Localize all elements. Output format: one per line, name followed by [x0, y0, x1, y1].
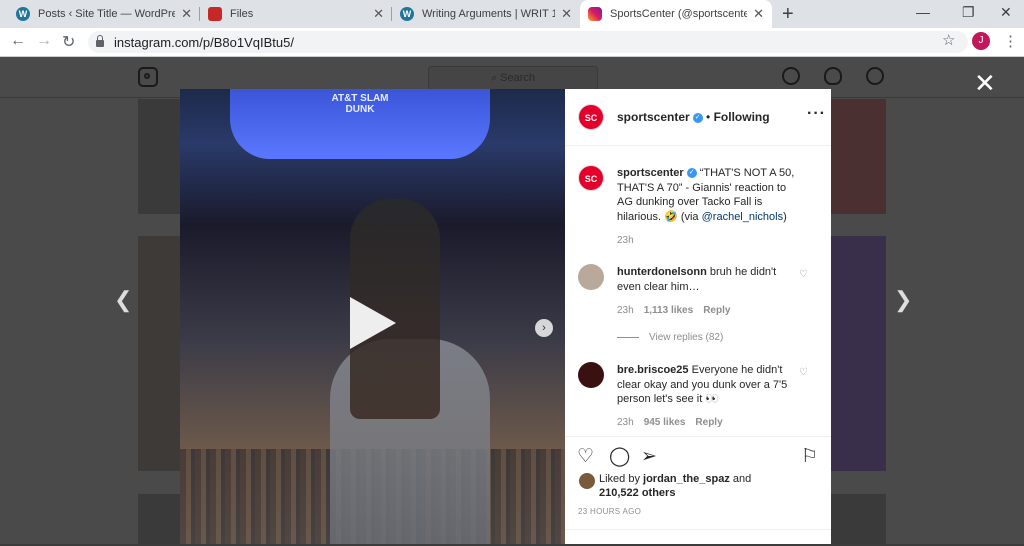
post-actions: ♡ ◯ ➢ ⚐ Liked by jordan_the_spaz and 210…	[565, 436, 831, 545]
caption-time: 23h	[617, 235, 634, 246]
avatar[interactable]	[578, 362, 604, 388]
reload-icon[interactable]: ↻	[62, 32, 75, 52]
others-likes-link[interactable]: 210,522 others	[599, 487, 675, 499]
username-link[interactable]: sportscenter	[617, 110, 690, 124]
forward-icon[interactable]: →	[36, 32, 52, 50]
comment-time: 23h	[617, 417, 634, 428]
search-placeholder: Search	[500, 72, 536, 84]
like-comment-icon[interactable]: ♡	[799, 367, 808, 378]
chevron-right-icon[interactable]: ›	[535, 319, 553, 337]
divider	[617, 336, 639, 338]
comment: bre.briscoe25 Everyone he didn't clear o…	[617, 363, 803, 407]
verified-badge-icon: ✓	[686, 168, 697, 179]
tab-writing-arguments[interactable]: W Writing Arguments | WRIT 1122. ✕	[392, 0, 580, 28]
caption: sportscenter ✓ “THAT'S NOT A 50, THAT'S A…	[617, 166, 803, 224]
minimize-icon[interactable]: —	[916, 4, 930, 20]
comment-likes[interactable]: 1,113 likes	[644, 305, 694, 316]
mention-link[interactable]: @rachel_nichols	[702, 211, 784, 223]
separator-dot: •	[706, 110, 711, 124]
comment-icon[interactable]: ◯	[609, 445, 630, 468]
post-panel: SC sportscenter ✓ • Following ··· SC spor…	[565, 89, 831, 544]
like-heart-icon[interactable]: ♡	[577, 445, 594, 468]
grid-thumbnail	[831, 99, 886, 214]
verified-badge-icon: ✓	[692, 112, 703, 123]
wordpress-icon: W	[400, 7, 414, 21]
share-icon[interactable]: ➢	[641, 445, 657, 468]
previous-post-icon[interactable]: ❮	[114, 287, 132, 313]
add-comment-field[interactable]	[565, 529, 831, 546]
heart-icon	[824, 67, 842, 85]
tab-title: Posts ‹ Site Title — WordPress.co	[38, 8, 176, 20]
grid-thumbnail	[138, 236, 180, 471]
address-bar: ← → ↻ instagram.com/p/B8o1VqIBtu5/ ☆ J ⋮	[0, 28, 1024, 57]
username-link[interactable]: sportscenter	[617, 167, 684, 179]
view-replies-label: View replies (82)	[649, 332, 724, 343]
close-tab-icon[interactable]: ✕	[561, 6, 572, 22]
grid-thumbnail	[831, 236, 886, 471]
close-tab-icon[interactable]: ✕	[753, 6, 764, 22]
close-tab-icon[interactable]: ✕	[373, 6, 384, 22]
reply-button[interactable]: Reply	[703, 305, 730, 316]
instagram-logo-icon	[138, 67, 158, 87]
avatar[interactable]: SC	[578, 165, 604, 191]
profile-icon	[866, 67, 884, 85]
close-tab-icon[interactable]: ✕	[181, 6, 192, 22]
comment-likes[interactable]: 945 likes	[644, 417, 686, 428]
liked-by-user-link[interactable]: jordan_the_spaz	[643, 473, 730, 485]
next-post-icon[interactable]: ❯	[894, 287, 912, 313]
save-bookmark-icon[interactable]: ⚐	[801, 445, 818, 468]
comment-meta: 23h 945 likes Reply	[617, 417, 733, 428]
tab-wordpress-posts[interactable]: W Posts ‹ Site Title — WordPress.co ✕	[8, 0, 200, 28]
following-button[interactable]: Following	[714, 110, 770, 124]
search-input: ⌕ Search	[428, 66, 598, 90]
tab-files[interactable]: Files ✕	[200, 0, 392, 28]
wordpress-icon: W	[16, 7, 30, 21]
close-modal-icon[interactable]: ✕	[974, 70, 996, 96]
shield-icon	[208, 7, 222, 21]
grid-thumbnail	[138, 494, 180, 544]
comment: hunterdonelsonn bruh he didn't even clea…	[617, 265, 803, 294]
avatar[interactable]	[579, 473, 595, 489]
post-timestamp: 23 HOURS AGO	[578, 507, 642, 516]
username-link[interactable]: hunterdonelsonn	[617, 266, 707, 278]
reply-button[interactable]: Reply	[695, 417, 722, 428]
post-header: SC sportscenter ✓ • Following ···	[565, 89, 831, 146]
avatar[interactable]	[578, 264, 604, 290]
restore-icon[interactable]: ❐	[962, 4, 975, 21]
comment-meta: 23h 1,113 likes Reply	[617, 305, 740, 316]
profile-avatar[interactable]: J	[972, 32, 990, 50]
grid-thumbnail	[831, 494, 886, 544]
more-options-icon[interactable]: ···	[807, 105, 826, 123]
liked-by-text: Liked by jordan_the_spaz and 210,522 oth…	[599, 472, 751, 500]
tab-strip: W Posts ‹ Site Title — WordPress.co ✕ Fi…	[0, 0, 1024, 28]
bookmark-star-icon[interactable]: ☆	[942, 31, 955, 49]
tab-title: Files	[230, 8, 254, 20]
tab-title: Writing Arguments | WRIT 1122.	[422, 8, 556, 20]
username-link[interactable]: bre.briscoe25	[617, 364, 689, 376]
tab-instagram[interactable]: SportsCenter (@sportscenter) • In ✕	[580, 0, 772, 28]
play-icon[interactable]	[350, 297, 396, 349]
browser-menu-icon[interactable]: ⋮	[1003, 32, 1018, 50]
liked-by-and: and	[729, 473, 752, 485]
jumbotron-text: AT&T SLAM DUNK	[331, 93, 389, 115]
tab-title: SportsCenter (@sportscenter) • In	[610, 8, 748, 20]
instagram-icon	[588, 7, 602, 21]
close-window-icon[interactable]: ✕	[1000, 4, 1012, 21]
new-tab-icon[interactable]: +	[782, 3, 794, 26]
avatar[interactable]: SC	[578, 104, 604, 130]
comment-time: 23h	[617, 305, 634, 316]
like-comment-icon[interactable]: ♡	[799, 269, 808, 280]
url-text: instagram.com/p/B8o1VqIBtu5/	[114, 35, 294, 50]
grid-thumbnail	[138, 99, 180, 214]
lock-icon	[96, 35, 104, 47]
header-line: sportscenter ✓ • Following	[617, 110, 770, 124]
caption-tail: )	[783, 210, 787, 223]
back-icon[interactable]: ←	[10, 32, 26, 50]
url-field[interactable]: instagram.com/p/B8o1VqIBtu5/	[88, 31, 968, 53]
liked-by-prefix: Liked by	[599, 473, 644, 485]
view-replies-button[interactable]: View replies (82)	[617, 332, 723, 343]
explore-icon	[782, 67, 800, 85]
